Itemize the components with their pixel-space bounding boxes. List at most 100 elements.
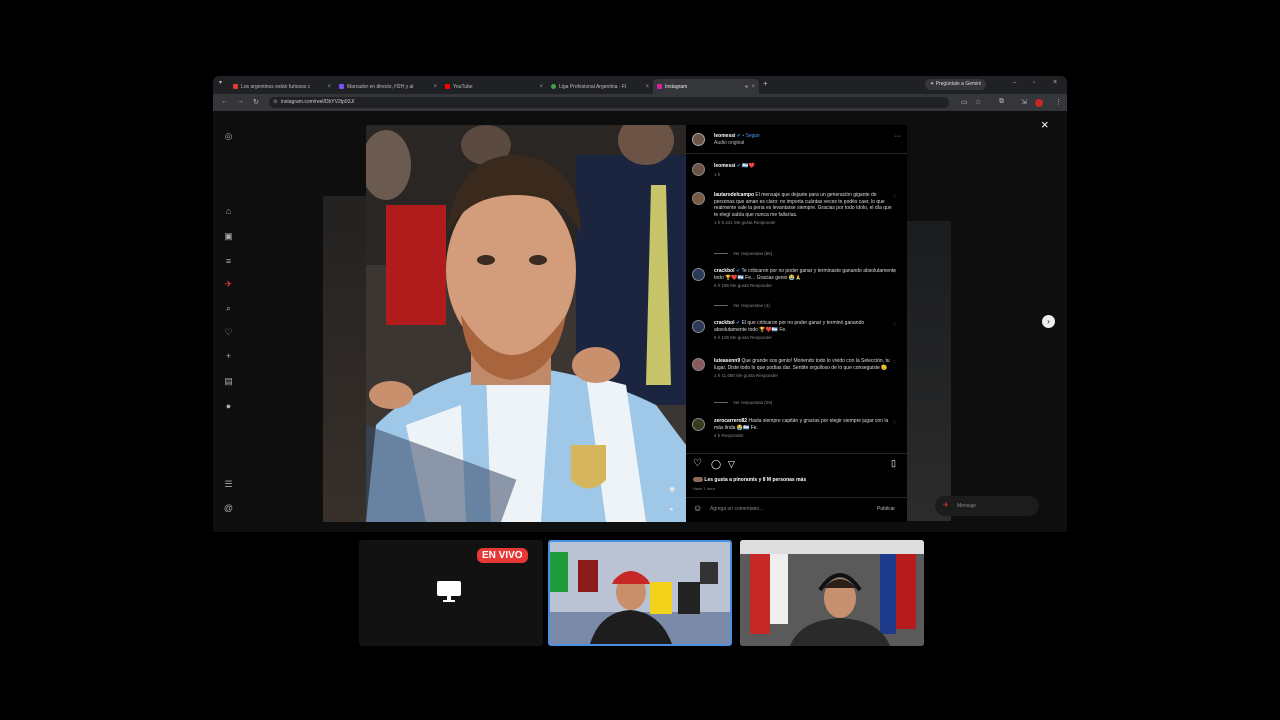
home-icon[interactable]: ⌂ bbox=[223, 206, 234, 217]
notifications-heart-icon[interactable]: ♡ bbox=[223, 327, 234, 338]
verified-icon: ✔ bbox=[735, 320, 741, 326]
share-icon[interactable]: ▽ bbox=[728, 459, 735, 470]
forward-icon[interactable]: → bbox=[237, 98, 244, 105]
comment-item: zerocarrero82 Hasta siempre capitán y gr… bbox=[692, 418, 897, 440]
minimize-icon[interactable]: – bbox=[1013, 80, 1016, 86]
audio-icon[interactable]: ◂ bbox=[744, 83, 747, 90]
publish-button[interactable]: Publicar bbox=[877, 506, 895, 512]
comment-meta[interactable]: 1 h 5.441 Me gusta Responder bbox=[714, 220, 897, 227]
verified-icon: ✔ bbox=[736, 133, 741, 139]
like-comment-icon[interactable]: ♡ bbox=[893, 270, 897, 277]
tab-1[interactable]: Los argentinos están furiosos c × bbox=[229, 79, 335, 94]
comment-meta[interactable]: 6 h 185 Me gusta Responder bbox=[714, 283, 897, 290]
commenter-avatar[interactable] bbox=[692, 192, 705, 205]
like-heart-icon[interactable]: ♡ bbox=[693, 458, 702, 469]
close-tab-icon[interactable]: × bbox=[751, 84, 755, 90]
reels-icon[interactable]: ▣ bbox=[223, 231, 234, 242]
like-comment-icon[interactable]: ♡ bbox=[893, 322, 897, 329]
view-replies[interactable]: Ver respuestas (4) bbox=[714, 303, 770, 308]
commenter-avatar[interactable] bbox=[692, 418, 705, 431]
streamer-camera-1[interactable] bbox=[548, 540, 732, 646]
messages-icon[interactable]: ✈ bbox=[223, 279, 234, 290]
close-tab-icon[interactable]: × bbox=[327, 84, 331, 90]
verified-icon: ✔ bbox=[735, 268, 741, 274]
emoji-icon[interactable]: ☺ bbox=[693, 503, 702, 513]
like-comment-icon[interactable]: ♡ bbox=[893, 360, 897, 367]
reel-video[interactable]: ◉ ◂ bbox=[366, 125, 686, 522]
close-tab-icon[interactable]: × bbox=[645, 84, 649, 90]
commenter-username[interactable]: lautarodelcampo bbox=[714, 192, 754, 198]
tab-4[interactable]: Liga Profesional Argentina - Fl × bbox=[547, 79, 653, 94]
close-tab-icon[interactable]: × bbox=[539, 84, 543, 90]
explore-icon[interactable]: ≡ bbox=[223, 256, 234, 267]
browser-menu-icon[interactable]: ⋮ bbox=[1055, 98, 1062, 106]
profile-avatar[interactable] bbox=[1035, 99, 1043, 107]
create-icon[interactable]: + bbox=[223, 351, 234, 362]
commenter-username[interactable]: luteasenn9 bbox=[714, 358, 740, 364]
like-comment-icon[interactable]: ♡ bbox=[893, 194, 897, 201]
tag-people-icon[interactable]: ◉ bbox=[669, 485, 675, 493]
close-modal-icon[interactable]: × bbox=[1041, 117, 1049, 132]
commenter-username[interactable]: zerocarrero82 bbox=[714, 418, 747, 424]
more-menu-icon[interactable]: ☰ bbox=[223, 479, 234, 490]
close-window-icon[interactable]: × bbox=[1053, 79, 1057, 86]
comments-panel: leomessi ✔ • Seguir Audio original ··· l… bbox=[686, 125, 907, 522]
reload-icon[interactable]: ↻ bbox=[253, 98, 259, 106]
tab-menu-icon[interactable]: ▾ bbox=[219, 79, 222, 86]
site-info-icon[interactable]: ⚙ bbox=[273, 97, 277, 108]
like-comment-icon[interactable]: ♡ bbox=[893, 420, 897, 427]
commenter-avatar[interactable] bbox=[692, 320, 705, 333]
commenter-avatar[interactable] bbox=[692, 268, 705, 281]
messages-label: Mensaje bbox=[957, 503, 976, 509]
author-avatar[interactable] bbox=[692, 163, 705, 176]
maximize-icon[interactable]: ▫ bbox=[1033, 80, 1035, 86]
instagram-icon bbox=[657, 84, 662, 89]
author-avatar[interactable] bbox=[692, 133, 705, 146]
comment-meta[interactable]: 1 h 11.650 Me gusta Responder bbox=[714, 373, 897, 380]
tab-5[interactable]: Instagram ◂ × bbox=[653, 79, 759, 94]
instagram-logo-icon[interactable]: ◎ bbox=[223, 131, 234, 142]
cast-icon[interactable]: ▭ bbox=[961, 98, 968, 106]
new-tab-icon[interactable]: + bbox=[763, 79, 768, 88]
extensions-icon[interactable]: ⧉ bbox=[999, 98, 1004, 106]
url-input[interactable]: ⚙ instagram.com/reel/DbYV2tp93J/ bbox=[269, 97, 949, 108]
tab-label: YouTube bbox=[453, 83, 473, 90]
streamer-camera-2[interactable] bbox=[740, 540, 924, 646]
liker-avatars bbox=[693, 477, 703, 483]
comment-input[interactable]: Agrega un comentario... bbox=[710, 506, 763, 512]
view-replies[interactable]: Ver respuestas (55) bbox=[714, 251, 772, 256]
gemini-button[interactable]: ✦ Pregúntale a Gemini bbox=[925, 79, 987, 90]
comment-meta[interactable]: 4 h Responder bbox=[714, 433, 897, 440]
profile-icon[interactable]: ● bbox=[223, 401, 234, 412]
comment-text: Te criticaron por no poder ganar y termi… bbox=[714, 268, 897, 281]
comment-icon[interactable]: ◯ bbox=[711, 459, 721, 470]
commenter-username[interactable]: crackbol bbox=[714, 320, 735, 326]
close-tab-icon[interactable]: × bbox=[433, 84, 437, 90]
dashboard-icon[interactable]: ▤ bbox=[223, 376, 234, 387]
url-text: instagram.com/reel/DbYV2tp93J/ bbox=[281, 99, 355, 105]
downloads-icon[interactable]: ⇲ bbox=[1021, 98, 1027, 106]
mute-icon[interactable]: ◂ bbox=[669, 505, 673, 513]
bookmark-star-icon[interactable]: ☆ bbox=[975, 98, 981, 106]
author-username[interactable]: leomessi bbox=[714, 133, 735, 139]
screen-share-tile[interactable]: EN VIVO bbox=[359, 540, 543, 646]
save-bookmark-icon[interactable]: ▯ bbox=[891, 458, 896, 469]
tab-2[interactable]: Marcador en directo, H2H y al × bbox=[335, 79, 441, 94]
next-post-icon[interactable]: › bbox=[1042, 315, 1055, 328]
threads-icon[interactable]: @ bbox=[223, 503, 234, 514]
comment-item: lautarodelcampo El mensaje que dejaste p… bbox=[692, 192, 897, 227]
view-replies[interactable]: Ver respuestas (29) bbox=[714, 400, 772, 405]
follow-button[interactable]: Seguir bbox=[746, 133, 760, 139]
audio-label[interactable]: Audio original bbox=[714, 140, 760, 146]
messages-pill[interactable]: ✈ Mensaje bbox=[935, 496, 1039, 516]
caption-username[interactable]: leomessi bbox=[714, 163, 735, 169]
post-time: Hace 1 hora bbox=[693, 486, 715, 491]
commenter-avatar[interactable] bbox=[692, 358, 705, 371]
likes-summary[interactable]: Les gusta a pinoramis y 8 M personas más bbox=[693, 477, 806, 483]
tab-3[interactable]: YouTube × bbox=[441, 79, 547, 94]
post-options-icon[interactable]: ··· bbox=[894, 133, 901, 140]
back-icon[interactable]: ← bbox=[221, 98, 228, 105]
commenter-username[interactable]: crackbol bbox=[714, 268, 735, 274]
search-icon[interactable]: ⌕ bbox=[223, 303, 234, 314]
comment-meta[interactable]: 6 h 105 Me gusta Responder bbox=[714, 335, 897, 342]
